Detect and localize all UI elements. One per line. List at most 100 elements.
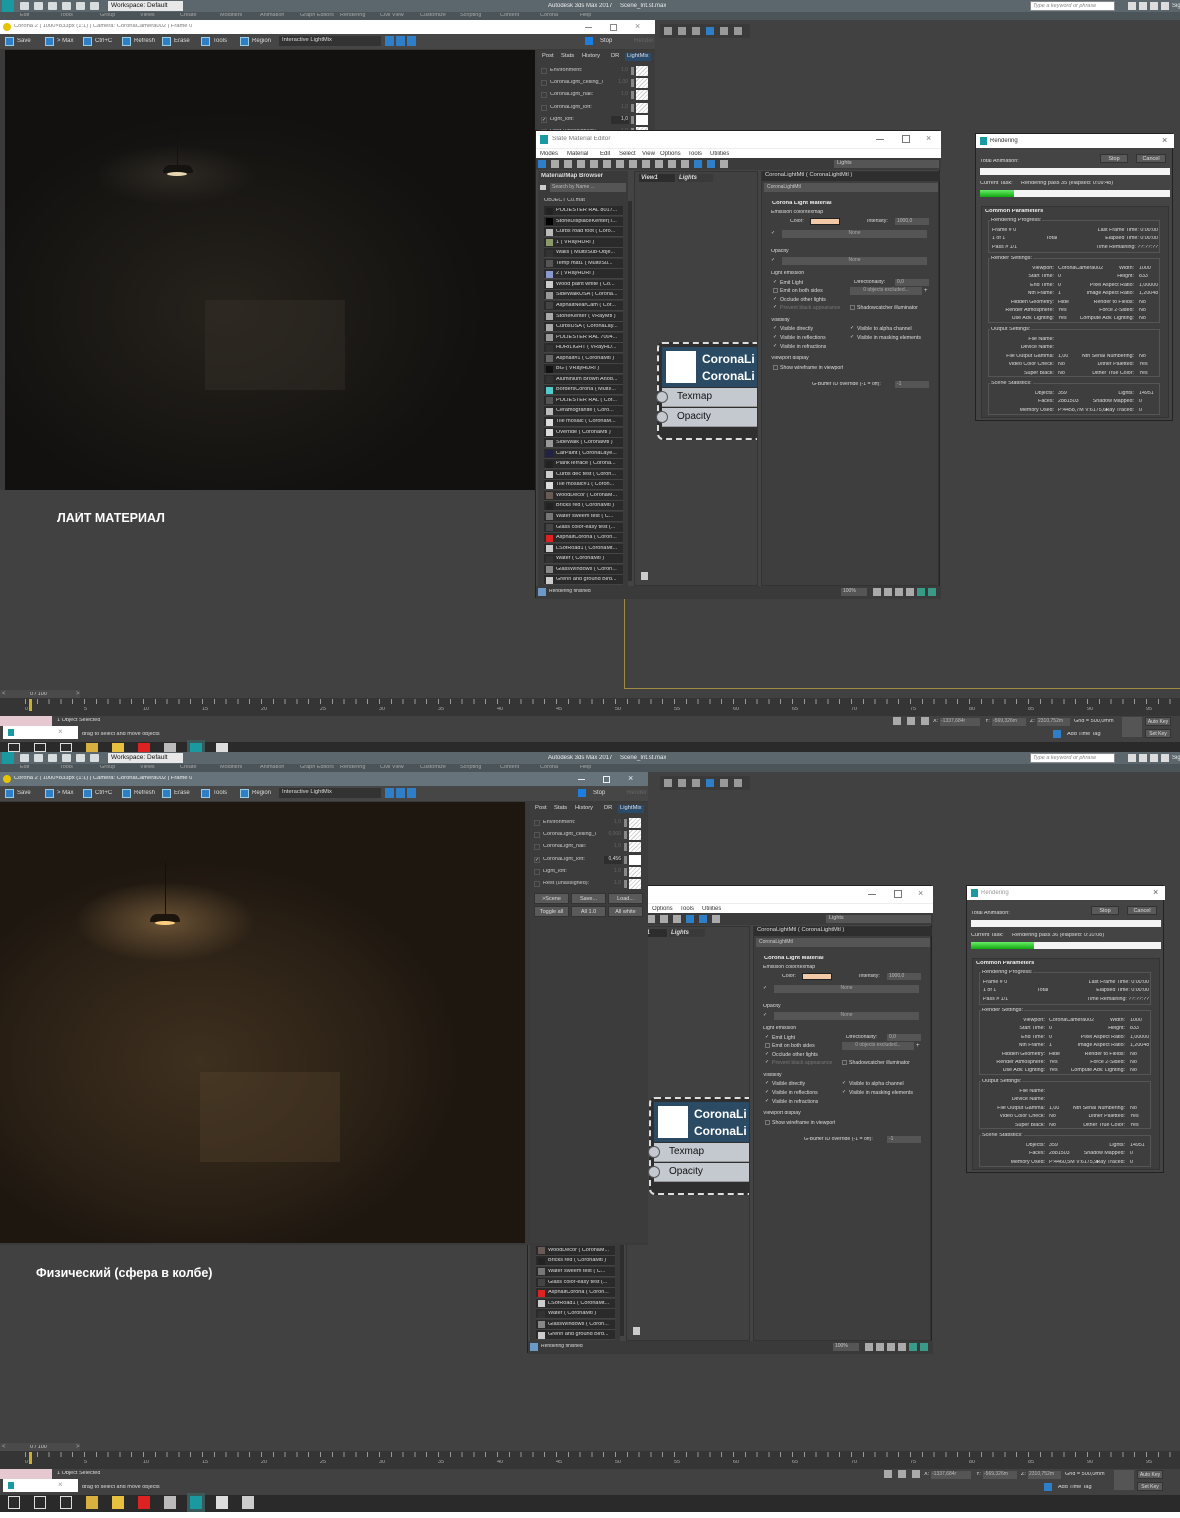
- workspace-dropdown[interactable]: Workspace: Default: [108, 753, 183, 763]
- menu-group[interactable]: Group: [100, 765, 115, 771]
- lightmix-value-spinner[interactable]: 1,0: [611, 91, 629, 100]
- layout-icon[interactable]: [660, 915, 668, 923]
- isolate-icon[interactable]: [893, 717, 901, 725]
- node-slot-opacity[interactable]: Opacity: [648, 1163, 749, 1182]
- new-icon[interactable]: [20, 754, 29, 762]
- list-item[interactable]: CurbsUSA ( CoronaLay...: [544, 322, 623, 333]
- rollout-title[interactable]: Corona Light Material: [764, 956, 824, 962]
- list-item[interactable]: Asphalt#1 ( CoronaMtl ): [544, 353, 623, 364]
- tab-view1[interactable]: View1: [639, 174, 675, 182]
- slate-menu-edit[interactable]: Edit: [600, 151, 610, 157]
- close-button[interactable]: ×: [58, 728, 63, 736]
- menu-edit[interactable]: Edit: [20, 13, 29, 19]
- lightmix-value-spinner[interactable]: 0,000: [604, 831, 622, 840]
- spinner-arrows-icon[interactable]: [624, 867, 627, 876]
- windows-start-icon[interactable]: [8, 1496, 20, 1509]
- list-icon[interactable]: [686, 915, 694, 923]
- tab-lights[interactable]: Lights: [677, 174, 713, 182]
- exchange-icon[interactable]: [1139, 754, 1147, 762]
- list-icon[interactable]: [694, 160, 702, 168]
- tab-history[interactable]: History: [573, 805, 595, 813]
- maxscript-listener[interactable]: [0, 716, 52, 726]
- pan-icon[interactable]: [633, 1327, 640, 1335]
- rotate-icon[interactable]: [678, 779, 686, 787]
- opacity-enable-check[interactable]: ✓: [771, 258, 775, 263]
- common-parameters-rollout[interactable]: Common Parameters: [976, 961, 1034, 967]
- menu-content[interactable]: Content: [500, 765, 519, 771]
- emit-light-checkbox[interactable]: ✓: [773, 280, 778, 285]
- zoom-fit-icon[interactable]: [407, 788, 416, 798]
- redo-icon[interactable]: [76, 754, 85, 762]
- time-tag-icon[interactable]: [1053, 730, 1061, 738]
- new-icon[interactable]: [20, 2, 29, 10]
- maximize-button[interactable]: [603, 776, 610, 783]
- 3ds-max-icon[interactable]: [187, 1493, 205, 1512]
- exclude-button[interactable]: 0 objects excluded...: [850, 287, 922, 295]
- zoom-in-icon[interactable]: [385, 36, 394, 46]
- node-slot-opacity[interactable]: Opacity: [656, 408, 757, 427]
- user-icon[interactable]: [1161, 754, 1169, 762]
- select-icon[interactable]: [664, 27, 672, 35]
- prevent-black-checkbox[interactable]: ✓: [765, 1060, 770, 1065]
- view-dropdown[interactable]: Lights: [834, 160, 939, 168]
- exclude-add-button[interactable]: +: [916, 1043, 920, 1049]
- menu-create[interactable]: Create: [180, 13, 197, 19]
- render-button[interactable]: Render: [622, 36, 654, 47]
- list-item[interactable]: POLIESTER RAL 7004...: [544, 332, 623, 343]
- x-coordinate-field[interactable]: -1337,684r: [940, 718, 980, 726]
- minimize-button[interactable]: [578, 779, 585, 780]
- close-button[interactable]: ×: [635, 22, 640, 31]
- lightmix-color-swatch[interactable]: [636, 102, 648, 113]
- slate-menu-options[interactable]: Options: [652, 906, 673, 912]
- zoom-selected-icon[interactable]: [909, 1343, 917, 1351]
- visible-alpha-checkbox[interactable]: ✓: [850, 326, 855, 331]
- project-icon[interactable]: [90, 2, 99, 10]
- frame-icon[interactable]: [920, 1343, 928, 1351]
- visible-masking-checkbox[interactable]: ✓: [850, 335, 855, 340]
- spinner-arrows-icon[interactable]: [631, 67, 634, 75]
- menu-group[interactable]: Group: [100, 13, 115, 19]
- lightmix-color-swatch[interactable]: [629, 879, 641, 889]
- tools-button[interactable]: Tools: [201, 788, 239, 799]
- app-a-icon[interactable]: [86, 1496, 98, 1509]
- list-item[interactable]: Water sweem test ( C...: [536, 1266, 615, 1277]
- lightmix-color-swatch[interactable]: [636, 78, 648, 89]
- tab-post[interactable]: Post: [533, 805, 549, 813]
- pan-hand-icon[interactable]: [865, 1343, 873, 1351]
- slate-menu-utilities[interactable]: Utilities: [710, 151, 729, 157]
- spinner-arrows-icon[interactable]: [624, 831, 627, 840]
- show-wireframe-checkbox[interactable]: [773, 365, 778, 370]
- lightmix-button-toggleall[interactable]: Toggle all: [534, 906, 569, 917]
- taskbar-preview-popup[interactable]: ×: [3, 1479, 78, 1492]
- zoom-dropdown[interactable]: 100%: [841, 588, 867, 596]
- hide-icon[interactable]: [616, 160, 624, 168]
- zoom-extents-icon[interactable]: [906, 588, 914, 596]
- next-frame-button[interactable]: >: [76, 1444, 80, 1450]
- gbuffer-spinner[interactable]: -1: [887, 1136, 921, 1143]
- z-coordinate-field[interactable]: 2310,752m: [1028, 1471, 1061, 1479]
- list-item[interactable]: Tile mosaic#1 ( Coron...: [544, 480, 623, 491]
- cancel-render-button[interactable]: Cancel: [1136, 154, 1166, 163]
- auto-key-button[interactable]: Auto Key: [1145, 717, 1171, 726]
- maximize-button[interactable]: [610, 24, 617, 31]
- menu-customize[interactable]: Customize: [420, 13, 446, 19]
- slate-menu-modes[interactable]: Modes: [540, 151, 558, 157]
- time-slider[interactable]: <0 / 100 >: [0, 690, 80, 698]
- spinner-arrows-icon[interactable]: [631, 115, 634, 124]
- corona-light-node[interactable]: CoronaLi CoronaLi Texmap Opacity: [656, 342, 757, 440]
- menu-rendering[interactable]: Rendering: [340, 13, 365, 19]
- occlude-other-lights-checkbox[interactable]: ✓: [773, 297, 778, 302]
- time-slider[interactable]: <0 / 100 >: [0, 1443, 80, 1451]
- tab-history[interactable]: History: [580, 53, 602, 61]
- stop-render-button[interactable]: Stop: [1100, 154, 1128, 163]
- visible-refractions-checkbox[interactable]: ✓: [765, 1099, 770, 1104]
- lightmix-checkbox[interactable]: ✓: [541, 116, 547, 123]
- opera-icon[interactable]: [138, 1496, 150, 1509]
- key-mode-icon[interactable]: [1114, 1470, 1134, 1490]
- calculator-icon[interactable]: [164, 743, 176, 752]
- list-item[interactable]: LSofRoad1 ( CoronaMt...: [536, 1298, 615, 1309]
- lightmix-color-swatch[interactable]: [629, 854, 641, 865]
- menu-civil-view[interactable]: Civil View: [380, 13, 404, 19]
- save-icon[interactable]: [48, 2, 57, 10]
- to-max-button[interactable]: > Max: [45, 788, 83, 799]
